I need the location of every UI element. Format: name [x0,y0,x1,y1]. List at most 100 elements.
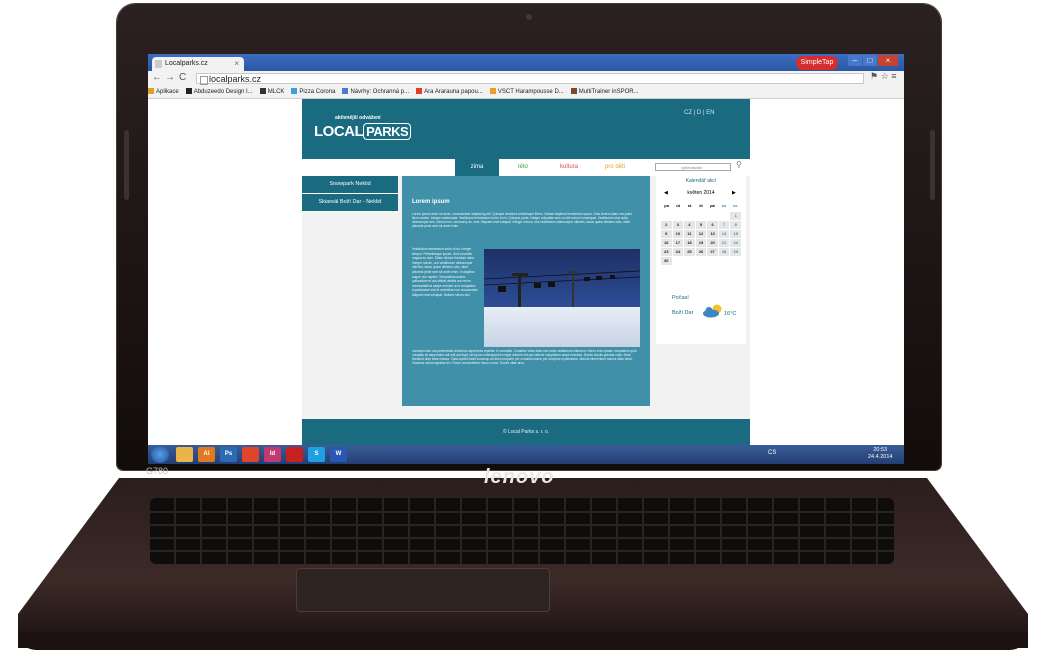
calendar-day[interactable]: 26 [695,248,707,256]
calendar-day[interactable]: 7 [718,221,730,229]
search-input[interactable]: vyhledávání [655,163,731,171]
taskbar-app[interactable]: Ps [220,447,237,462]
browser-tabbar: Localparks.cz × SimpleTap – □ × [148,54,904,71]
calendar-day[interactable]: 13 [707,230,718,238]
menu-icon[interactable]: ≡ [891,71,896,81]
menu-item[interactable]: kultura [547,159,591,176]
calendar-day[interactable]: 2 [661,221,672,229]
calendar-empty-cell [673,212,684,220]
calendar-day[interactable]: 22 [730,239,741,247]
menu-item[interactable]: léto [501,159,545,176]
calendar-day[interactable]: 16 [661,239,672,247]
calendar-day[interactable]: 27 [707,248,718,256]
language-switcher[interactable]: CZ | D | EN [684,110,714,116]
taskbar-app[interactable]: W [330,447,347,462]
sidebar-item-snowpark[interactable]: Snowpark Neklid [302,176,398,194]
translate-icon[interactable]: ⚑ [870,71,878,81]
taskbar-app[interactable] [176,447,193,462]
calendar-day[interactable]: 17 [672,239,684,247]
bookmark-item[interactable]: Ara Ararauna papou... [416,86,483,98]
calendar-day[interactable]: 30 [661,257,672,265]
bookmark-icon [148,88,154,94]
bookmark-item[interactable]: VSCT Harampousse D... [489,86,564,98]
bookmark-icon [342,88,349,94]
menu-item[interactable]: zima [455,159,499,176]
weather-temperature: 16°C [724,311,737,317]
close-tab-icon[interactable]: × [234,57,239,71]
calendar-nav: ◀ květen 2014 ▶ [656,190,746,200]
article-paragraph: consequuntur aut perferendis doloribus a… [412,349,637,365]
calendar-day[interactable]: 29 [730,248,741,256]
back-icon[interactable]: ← [152,72,162,83]
taskbar-app[interactable] [286,447,303,462]
calendar-day[interactable]: 1 [730,212,741,220]
calendar-day[interactable]: 6 [707,221,718,229]
calendar-day[interactable]: 19 [695,239,707,247]
bookmark-label: VSCT Harampousse D... [497,89,564,95]
logo-parks: PARKS [363,123,412,140]
star-icon[interactable]: ☆ [881,71,889,81]
forward-icon[interactable]: → [165,72,175,83]
bookmark-item[interactable]: MLCK [259,86,284,98]
bookmark-item[interactable]: Abduzeedo Design I... [185,86,253,98]
calendar-day[interactable]: 4 [684,221,695,229]
calendar-day[interactable]: 23 [661,248,672,256]
taskbar-app[interactable]: Ai [198,447,215,462]
bookmark-item[interactable]: Návrhy: Ochranná p... [342,86,409,98]
main-menu: vyhledávání ⚲ zima léto kultura pro děti [302,159,750,176]
sidebar-item-skiareal[interactable]: Skiareál Boží Dar - Neklid [302,194,398,212]
bookmark-item[interactable]: MultiTrainer inSPOR... [570,86,639,98]
reload-icon[interactable]: C [179,72,186,83]
next-month-icon[interactable]: ▶ [732,190,736,196]
browser-tab[interactable]: Localparks.cz × [152,57,244,71]
input-language[interactable]: CS [768,450,776,456]
menu-item[interactable]: pro děti [593,159,637,176]
calendar-empty-cell [707,212,718,220]
calendar-day[interactable]: 15 [730,230,741,238]
system-clock[interactable]: 20:53 24.4.2014 [868,447,892,461]
calendar-day[interactable]: 14 [718,230,730,238]
calendar-day[interactable]: 10 [672,230,684,238]
calendar-empty-cell [696,212,707,220]
start-button[interactable] [151,446,169,463]
address-bar-row: ← → C localparks.cz ⚑ ☆ ≡ [148,71,904,86]
bookmark-item[interactable]: Aplikace [148,86,179,98]
calendar-day[interactable]: 12 [695,230,707,238]
taskbar-app[interactable] [242,447,259,462]
calendar-day[interactable]: 21 [718,239,730,247]
calendar-day[interactable]: 28 [718,248,730,256]
calendar-day[interactable]: 5 [695,221,707,229]
calendar-day[interactable]: 3 [672,221,684,229]
bookmark-icon [185,88,192,94]
keyboard [150,498,894,564]
calendar-day[interactable]: 18 [684,239,695,247]
close-window-icon[interactable]: × [878,55,898,66]
bookmark-item[interactable]: Pizza Corona [291,86,335,98]
calendar-day[interactable]: 20 [707,239,718,247]
calendar-day[interactable]: 11 [684,230,695,238]
calendar-day[interactable]: 9 [661,230,672,238]
bookmark-icon [489,88,496,94]
search-icon[interactable]: ⚲ [736,160,742,169]
calendar-day[interactable]: 8 [730,221,741,229]
weather-title: Počasí [672,295,689,301]
calendar-empty-cell [719,212,730,220]
bookmark-label: Návrhy: Ochranná p... [350,89,410,95]
article-title: Lorem ipsum [412,199,450,205]
weekday-label: čt [699,203,703,208]
simpletap-badge[interactable]: SimpleTap [796,56,838,70]
minimize-icon[interactable]: – [848,55,862,66]
maximize-icon[interactable]: □ [863,55,877,66]
site-logo[interactable]: LOCAL PARKS [314,123,412,140]
calendar-day[interactable]: 24 [672,248,684,256]
calendar-empty-cell [661,212,672,220]
taskbar-app[interactable]: S [308,447,325,462]
browser-tools: ⚑ ☆ ≡ [870,71,896,82]
page-icon [200,76,208,85]
calendar-empty-cell [684,212,695,220]
calendar-weekdays: po út st čt pá so ne [661,203,741,208]
taskbar-app[interactable]: Id [264,447,281,462]
clock-date: 24.4.2014 [868,454,893,460]
url-field[interactable]: localparks.cz [196,73,864,85]
calendar-day[interactable]: 25 [684,248,695,256]
